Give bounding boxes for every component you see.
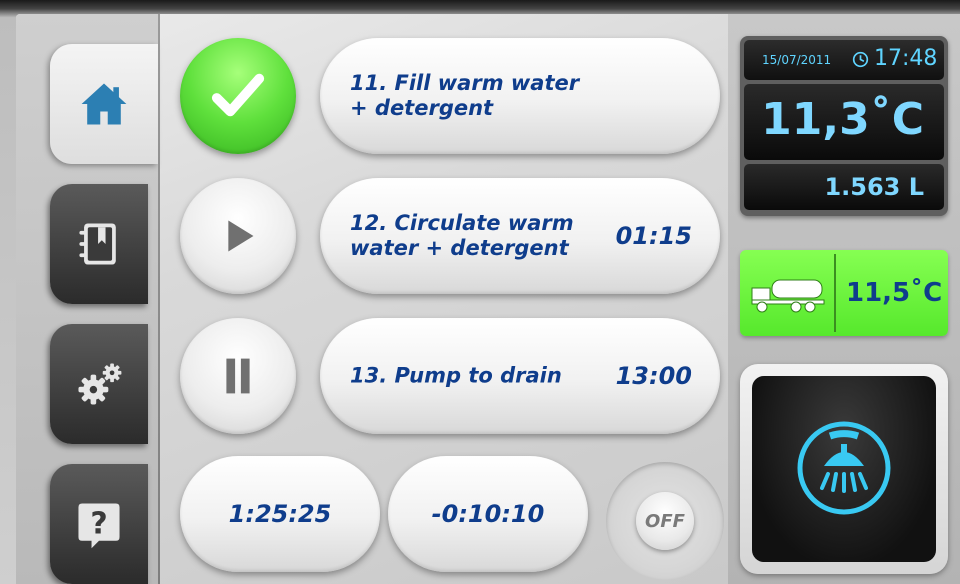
step-12-play-button[interactable] (180, 178, 296, 294)
shower-icon (797, 421, 891, 515)
time-label: 17:48 (874, 46, 938, 71)
step-12-label: 12. Circulate warm water + detergent (350, 211, 574, 260)
wash-button[interactable] (752, 376, 936, 562)
date-label: 15/07/2011 (762, 53, 832, 67)
step-13-pill[interactable]: 13. Pump to drain 13:00 (320, 318, 720, 434)
step-13-pause-button[interactable] (180, 318, 296, 434)
date-time-bar: 15/07/2011 17:48 (744, 40, 944, 80)
step-11-status-button[interactable] (180, 38, 296, 154)
checkmark-icon (211, 73, 265, 117)
tab-logbook[interactable] (50, 184, 148, 304)
tank-truck-icon (751, 279, 825, 313)
gears-icon (78, 363, 122, 405)
help-icon: ? (78, 503, 120, 549)
tab-settings[interactable] (50, 324, 148, 444)
home-icon (81, 83, 127, 125)
sidebar: ? (16, 14, 158, 584)
step-12-time: 01:15 (615, 222, 692, 250)
bookmark-book-icon (79, 223, 116, 265)
play-icon (228, 220, 254, 252)
tab-home[interactable] (50, 44, 158, 164)
volume-value: 1.563 L (824, 173, 924, 201)
temperature-value: 11,3˚C (761, 94, 924, 145)
volume-display: 1.563 L (744, 164, 944, 210)
elapsed-timer[interactable]: 1:25:25 (180, 456, 380, 572)
step-13-label: 13. Pump to drain (350, 363, 562, 388)
step-12-pill[interactable]: 12. Circulate warm water + detergent 01:… (320, 178, 720, 294)
step-11-label: 11. Fill warm water + detergent (350, 71, 580, 120)
temperature-display: 11,3˚C (744, 84, 944, 160)
remaining-timer[interactable]: -0:10:10 (388, 456, 588, 572)
pause-icon (226, 358, 250, 394)
sidebar-divider (158, 14, 160, 584)
svg-text:?: ? (90, 506, 107, 541)
step-13-time: 13:00 (615, 362, 692, 390)
elapsed-time-value: 1:25:25 (228, 500, 332, 528)
tank-separator (834, 254, 836, 332)
off-button[interactable]: OFF (636, 492, 694, 550)
clock-icon (852, 51, 869, 68)
tab-help[interactable]: ? (50, 464, 148, 584)
step-11-pill[interactable]: 11. Fill warm water + detergent (320, 38, 720, 154)
touch-screen: ? 11. Fill warm water + detergent 12. Ci… (16, 14, 960, 584)
remaining-time-value: -0:10:10 (431, 500, 545, 528)
tank-temperature: 11,5˚C (846, 278, 943, 308)
